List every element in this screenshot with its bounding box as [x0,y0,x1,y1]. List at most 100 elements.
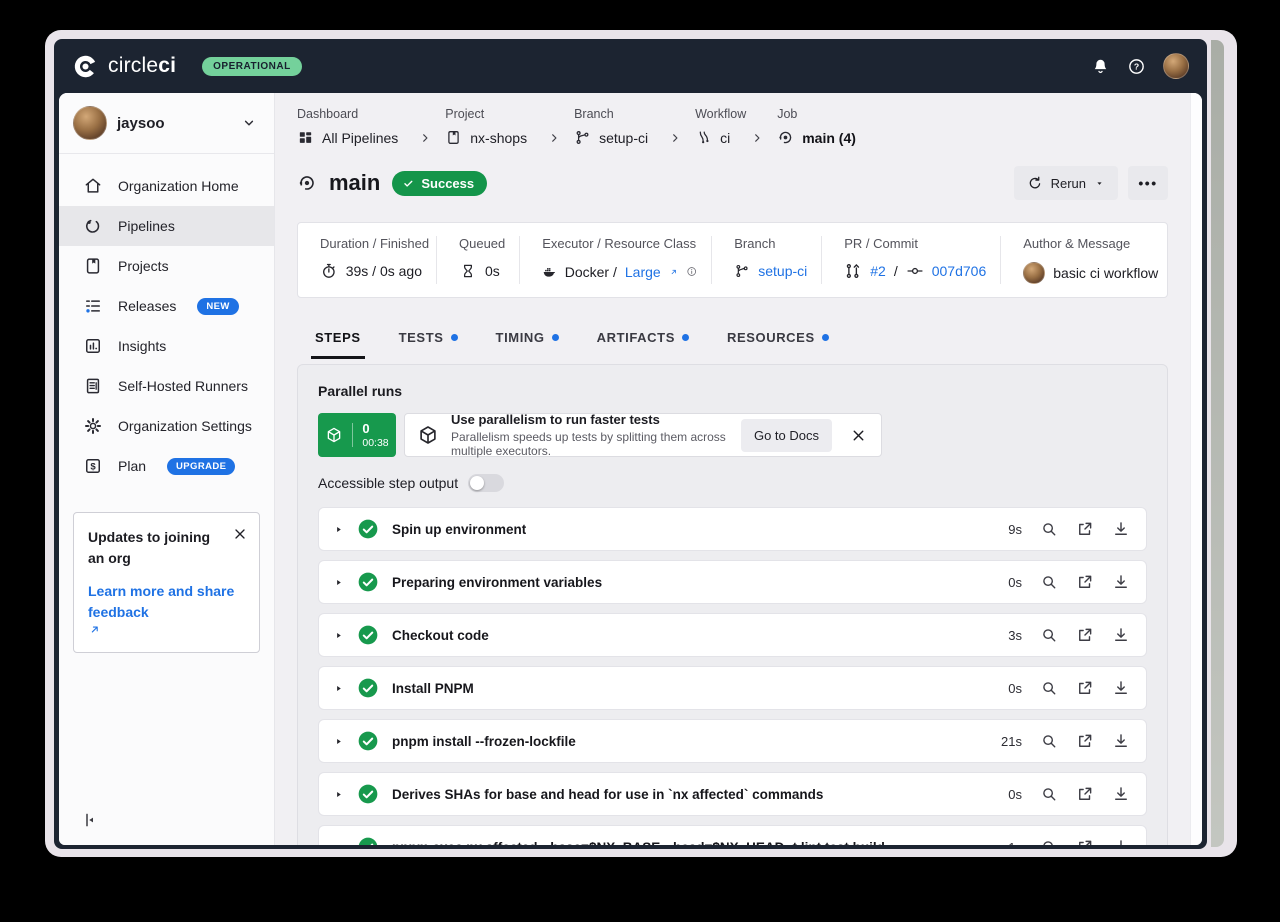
tab-artifacts[interactable]: ARTIFACTS [593,330,693,359]
open-output-icon[interactable] [1076,785,1094,803]
sidebar-item-organization-settings[interactable]: Organization Settings [59,406,274,446]
expand-caret-icon[interactable] [333,736,344,747]
search-output-icon[interactable] [1040,732,1058,750]
sidebar-item-plan[interactable]: Plan UPGRADE [59,446,274,486]
breadcrumb-branch-link[interactable]: setup-ci [574,129,695,146]
accessible-output-toggle[interactable] [468,474,504,492]
download-output-icon[interactable] [1112,732,1130,750]
user-avatar[interactable] [1163,53,1189,79]
step-row[interactable]: pnpm exec nx affected --base=$NX_BASE --… [318,825,1147,845]
author-avatar [1023,262,1045,284]
commit-link[interactable]: 007d706 [932,263,987,279]
breadcrumb-label: Dashboard [297,107,445,121]
open-output-icon[interactable] [1076,626,1094,644]
tab-steps[interactable]: STEPS [311,330,365,359]
tab-indicator-dot [451,334,458,341]
parallel-run-selector[interactable]: 0 00:38 [318,413,396,457]
chevron-right-icon [750,131,764,145]
project-icon [445,129,462,146]
step-row[interactable]: Derives SHAs for base and head for use i… [318,772,1147,816]
org-switcher[interactable]: jaysoo [59,93,274,154]
sidebar-item-label: Plan [118,458,146,474]
search-output-icon[interactable] [1040,679,1058,697]
download-output-icon[interactable] [1112,679,1130,697]
job-target-icon [297,173,317,193]
notice-link[interactable]: Learn more and share feedback [88,581,248,636]
pr-link[interactable]: #2 [870,263,886,279]
search-output-icon[interactable] [1040,573,1058,591]
cube-icon [325,426,343,444]
tab-indicator-dot [822,334,829,341]
sidebar-item-releases[interactable]: Releases NEW [59,286,274,326]
open-output-icon[interactable] [1076,679,1094,697]
info-icon[interactable] [686,264,697,279]
parallel-duration: 00:38 [362,437,388,450]
resource-class-link[interactable]: Large [625,264,661,280]
step-duration: 0s [1008,681,1022,696]
help-icon[interactable] [1127,57,1146,76]
step-row[interactable]: Checkout code 3s [318,613,1147,657]
download-output-icon[interactable] [1112,573,1130,591]
breadcrumb-job: Job main (4) [777,107,856,146]
summary-author: Author & Message basic ci workflow [1000,236,1172,284]
status-badge[interactable]: OPERATIONAL [202,57,302,76]
sidebar-item-organization-home[interactable]: Organization Home [59,166,274,206]
step-row[interactable]: Preparing environment variables 0s [318,560,1147,604]
breadcrumb-job-current[interactable]: main (4) [777,129,856,146]
expand-caret-icon[interactable] [333,683,344,694]
download-output-icon[interactable] [1112,838,1130,845]
sidebar-item-self-hosted-runners[interactable]: Self-Hosted Runners [59,366,274,406]
step-row[interactable]: Install PNPM 0s [318,666,1147,710]
expand-caret-icon[interactable] [333,630,344,641]
breadcrumb-workflow-link[interactable]: ci [695,129,777,146]
step-row[interactable]: pnpm install --frozen-lockfile 21s [318,719,1147,763]
circleci-logo[interactable]: circleci [72,53,176,80]
breadcrumb-all-pipelines-link[interactable]: All Pipelines [297,129,445,146]
step-duration: 21s [1001,734,1022,749]
sidebar-item-label: Self-Hosted Runners [118,378,248,394]
tab-resources[interactable]: RESOURCES [723,330,833,359]
notice-close-icon[interactable] [232,526,248,542]
download-output-icon[interactable] [1112,785,1130,803]
expand-caret-icon[interactable] [333,577,344,588]
success-check-icon [357,624,379,646]
search-output-icon[interactable] [1040,626,1058,644]
step-row[interactable]: Spin up environment 9s [318,507,1147,551]
sidebar-item-projects[interactable]: Projects [59,246,274,286]
sidebar-item-insights[interactable]: Insights [59,326,274,366]
tab-indicator-dot [682,334,689,341]
search-output-icon[interactable] [1040,520,1058,538]
window-scrollbar[interactable] [1211,40,1224,847]
success-check-icon [357,518,379,540]
expand-caret-icon[interactable] [333,789,344,800]
open-output-icon[interactable] [1076,838,1094,845]
tab-timing[interactable]: TIMING [492,330,563,359]
breadcrumb-project-link[interactable]: nx-shops [445,129,574,146]
notifications-bell-icon[interactable] [1091,57,1110,76]
open-output-icon[interactable] [1076,732,1094,750]
brand-text: circleci [108,54,176,78]
content-scrollbar[interactable] [1190,93,1202,845]
download-output-icon[interactable] [1112,626,1130,644]
go-to-docs-button[interactable]: Go to Docs [741,419,832,452]
expand-caret-icon[interactable] [333,842,344,846]
search-output-icon[interactable] [1040,838,1058,845]
open-output-icon[interactable] [1076,573,1094,591]
success-check-icon [357,677,379,699]
sidebar-item-label: Projects [118,258,169,274]
expand-caret-icon[interactable] [333,524,344,535]
search-output-icon[interactable] [1040,785,1058,803]
breadcrumb-label: Workflow [695,107,777,121]
download-output-icon[interactable] [1112,520,1130,538]
open-output-icon[interactable] [1076,520,1094,538]
collapse-sidebar-button[interactable] [81,811,99,829]
more-options-button[interactable]: ••• [1128,166,1168,200]
branch-link[interactable]: setup-ci [758,263,807,279]
git-branch-icon [574,129,591,146]
rerun-button[interactable]: Rerun [1014,166,1118,200]
tab-tests[interactable]: TESTS [395,330,462,359]
sidebar-item-pipelines[interactable]: Pipelines [59,206,274,246]
banner-subtitle: Parallelism speeds up tests by splitting… [451,430,729,458]
success-status-badge[interactable]: Success [392,171,487,196]
banner-close-icon[interactable] [844,423,873,448]
